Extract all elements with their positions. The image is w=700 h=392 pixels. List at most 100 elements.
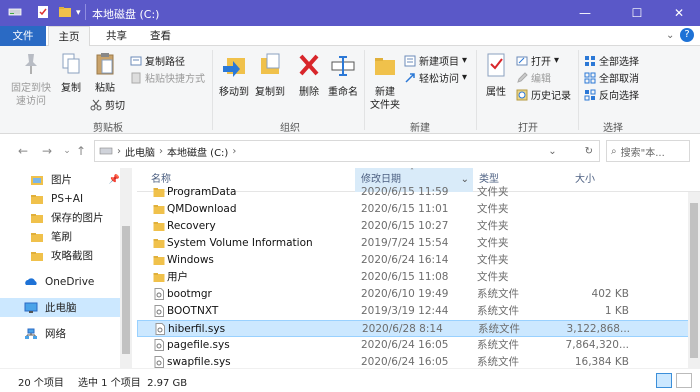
pin-icon (25, 54, 37, 74)
move-to-label: 移动到 (219, 87, 249, 98)
copy-path-button[interactable]: 复制路径 (130, 52, 185, 69)
file-row[interactable]: ProgramData 2020/6/15 11:59 文件夹 (137, 184, 700, 201)
file-type: 文件夹 (477, 220, 509, 232)
address-dropdown-icon[interactable]: ⌄ (548, 146, 556, 157)
invert-selection-button[interactable]: 反向选择 (584, 86, 639, 103)
pin-quick-access-button[interactable]: 固定到快 速访问 (8, 52, 54, 108)
file-name: Recovery (167, 220, 216, 232)
file-row[interactable]: BOOTNXT 2019/3/19 12:44 系统文件 1 KB (137, 303, 700, 320)
nav-item-saved-pictures[interactable]: 保存的图片 (30, 208, 120, 227)
file-icon-cell (154, 321, 168, 338)
file-row[interactable]: swapfile.sys 2020/6/24 16:05 系统文件 16,384 KB (137, 354, 700, 368)
file-row[interactable]: Windows 2020/6/24 16:14 文件夹 (137, 252, 700, 269)
rename-icon (331, 56, 355, 76)
nav-item-brushes[interactable]: 笔刷 (30, 227, 120, 246)
file-row[interactable]: pagefile.sys 2020/6/24 16:05 系统文件 7,864,320… (137, 337, 700, 354)
nav-item-ps-ai[interactable]: PS+AI (30, 189, 120, 208)
window-title: 本地磁盘 (C:) (92, 8, 160, 21)
properties-button[interactable]: 属性 (482, 52, 510, 99)
invert-selection-icon (584, 89, 596, 100)
folder-icon (31, 213, 43, 223)
copy-button[interactable]: 复制 (56, 52, 86, 95)
nav-item-this-pc[interactable]: 此电脑 (0, 298, 120, 317)
nav-item-label: OneDrive (45, 275, 95, 288)
delete-button[interactable]: 删除 (296, 52, 322, 99)
forward-arrow-icon[interactable]: → (38, 142, 56, 160)
ribbon: 固定到快 速访问 复制 粘贴 复制路径 粘贴快捷方式 剪切 剪贴板 移动到 复制… (0, 46, 700, 134)
paste-button[interactable]: 粘贴 (90, 52, 120, 95)
edit-button[interactable]: 编辑 (516, 69, 551, 86)
easy-access-icon (405, 72, 415, 83)
up-arrow-icon[interactable]: ↑ (72, 142, 90, 160)
select-all-button[interactable]: 全部选择 (584, 52, 639, 69)
navigation-bar: ← → ⌄ ↑ › 此电脑 › 本地磁盘 (C:) › ⌄ ↻ ⌕ 搜索"本..… (0, 134, 700, 168)
move-to-button[interactable]: 移动到 (216, 52, 252, 99)
pin-label: 固定到快 速访问 (11, 83, 51, 107)
paste-shortcut-button[interactable]: 粘贴快捷方式 (130, 69, 205, 86)
new-item-icon (404, 55, 416, 66)
file-icon-cell (153, 354, 167, 368)
nav-item-pictures[interactable]: 图片 📌 (30, 170, 120, 189)
breadcrumb-local-disk[interactable]: 本地磁盘 (C:) (167, 144, 228, 159)
onedrive-icon (25, 277, 37, 285)
open-button[interactable]: 打开 ▾ (516, 52, 559, 69)
close-button[interactable]: ✕ (658, 0, 700, 26)
maximize-button[interactable]: ☐ (614, 0, 660, 26)
history-button[interactable]: 历史记录 (516, 86, 571, 103)
status-bar: 20 个项目 选中 1 个项目 2.97 GB (0, 368, 700, 392)
file-row[interactable]: Recovery 2020/6/15 10:27 文件夹 (137, 218, 700, 235)
folder-icon (153, 256, 165, 265)
nav-item-label: 此电脑 (45, 302, 77, 314)
search-placeholder: 搜索"本... (620, 147, 665, 159)
details-view-icon[interactable] (656, 373, 672, 388)
select-none-button[interactable]: 全部取消 (584, 69, 639, 86)
file-row[interactable]: QMDownload 2020/6/15 11:01 文件夹 (137, 201, 700, 218)
tab-share[interactable]: 共享 (96, 26, 137, 46)
properties-quick-icon[interactable] (36, 5, 50, 19)
rename-button[interactable]: 重命名 (326, 52, 360, 99)
help-icon[interactable]: ? (680, 28, 694, 42)
folder-icon (31, 251, 43, 261)
file-row[interactable]: 用户 2020/6/15 11:08 文件夹 (137, 269, 700, 286)
nav-item-network[interactable]: 网络 (24, 324, 120, 343)
tab-view[interactable]: 查看 (140, 26, 181, 46)
scissors-icon (90, 99, 102, 110)
cut-button[interactable]: 剪切 (90, 96, 125, 113)
search-box[interactable]: ⌕ 搜索"本... (606, 140, 690, 162)
file-date: 2020/6/24 16:05 (361, 339, 449, 351)
refresh-icon[interactable]: ↻ (585, 146, 593, 157)
file-row[interactable]: System Volume Information 2019/7/24 15:54… (137, 235, 700, 252)
nav-item-screenshots[interactable]: 攻略截图 (30, 246, 120, 265)
file-size (557, 269, 629, 286)
file-list-scrollbar-thumb[interactable] (690, 203, 698, 358)
paste-shortcut-label: 粘贴快捷方式 (145, 74, 205, 85)
breadcrumb-this-pc[interactable]: 此电脑 (125, 144, 155, 159)
address-bar[interactable]: › 此电脑 › 本地磁盘 (C:) › ⌄ ↻ (94, 140, 600, 162)
quick-access-dropdown-icon[interactable]: ▾ (76, 8, 81, 18)
large-icons-view-icon[interactable] (676, 373, 692, 388)
nav-item-onedrive[interactable]: OneDrive (24, 272, 120, 291)
new-folder-button[interactable]: 新建 文件夹 (368, 52, 402, 112)
title-divider (85, 4, 86, 20)
nav-scrollbar-thumb[interactable] (122, 226, 130, 354)
breadcrumb-separator-icon: › (232, 145, 237, 157)
tab-file[interactable]: 文件 (0, 26, 46, 46)
file-size: 16,384 KB (574, 356, 629, 368)
minimize-button[interactable]: — (562, 0, 608, 26)
file-name: 用户 (167, 271, 188, 283)
back-arrow-icon[interactable]: ← (14, 142, 32, 160)
new-item-button[interactable]: 新建项目 ▾ (404, 52, 467, 69)
tab-home[interactable]: 主页 (48, 26, 90, 47)
file-row[interactable]: hiberfil.sys 2020/6/28 8:14 系统文件 3,122,868.… (137, 320, 700, 337)
history-icon (516, 89, 528, 100)
file-row[interactable]: bootmgr 2020/6/10 19:49 系统文件 402 KB (137, 286, 700, 303)
new-folder-quick-icon[interactable] (58, 5, 72, 19)
file-date: 2019/7/24 15:54 (361, 237, 449, 249)
edit-label: 编辑 (531, 74, 551, 85)
copy-to-button[interactable]: 复制到 (252, 52, 288, 99)
paste-icon (96, 53, 114, 75)
open-dropdown-icon: ▾ (554, 55, 560, 66)
easy-access-button[interactable]: 轻松访问 ▾ (404, 69, 467, 86)
file-date: 2020/6/15 11:08 (361, 271, 449, 283)
ribbon-expand-icon[interactable]: ⌄ (666, 30, 674, 41)
